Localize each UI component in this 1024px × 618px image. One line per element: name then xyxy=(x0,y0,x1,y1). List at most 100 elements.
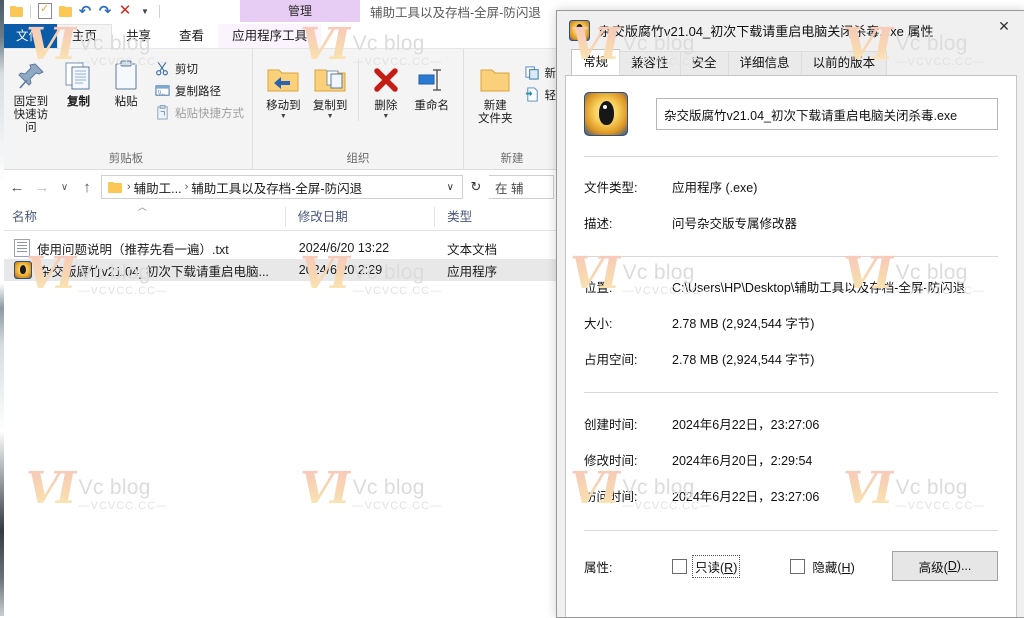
file-list: 使用问题说明（推荐先看一遍）.txt 2024/6/20 13:22 文本文档 … xyxy=(0,237,560,281)
search-input-text: 在 辅 xyxy=(495,181,524,196)
address-dropdown-caret-icon[interactable]: ∨ xyxy=(441,182,460,193)
tab-share[interactable]: 共享 xyxy=(112,24,165,48)
move-to-label: 移动到 xyxy=(266,100,301,112)
ribbon-group-label-organize: 组织 xyxy=(346,153,370,165)
copy-to-dropdown-caret-icon[interactable]: ▼ xyxy=(327,113,334,120)
breadcrumb-item-1[interactable]: 辅助工具以及存档-全屏-防闪退 xyxy=(191,178,362,197)
delete-button[interactable]: 删除 ▼ xyxy=(365,59,406,120)
field-modified: 修改时间: 2024年6月20日，2:29:54 xyxy=(584,450,998,469)
new-item-icon xyxy=(524,66,539,80)
copy-label: 复制 xyxy=(67,96,90,108)
exe-file-icon xyxy=(14,261,32,279)
refresh-button[interactable]: ↻ xyxy=(466,176,486,198)
close-icon[interactable]: ✕ xyxy=(983,11,1024,41)
back-button[interactable]: ← xyxy=(6,176,28,198)
field-location: 位置: C:\Users\HP\Desktop\辅助工具以及存档-全屏-防闪退 xyxy=(584,277,998,296)
move-to-dropdown-caret-icon[interactable]: ▼ xyxy=(280,113,287,120)
table-row[interactable]: 杂交版腐竹v21.04_初次下载请重启电脑... 2024/6/20 2:29 … xyxy=(0,259,560,281)
new-item-label: 新 xyxy=(544,67,557,80)
window-left-edge xyxy=(0,0,4,616)
copy-path-button[interactable]: \\.. 复制路径 xyxy=(155,81,244,100)
divider-1 xyxy=(584,156,998,157)
attributes-row: 属性: 只读(R) 隐藏(H) 高级(D)... xyxy=(584,551,998,581)
field-label: 创建时间: xyxy=(584,418,638,432)
field-label: 访问时间: xyxy=(584,490,638,504)
undo-icon[interactable]: ↶ xyxy=(75,1,95,21)
paste-shortcut-icon xyxy=(157,105,168,120)
tab-details[interactable]: 详细信息 xyxy=(727,51,802,75)
field-value: 2.78 MB (2,924,544 字节) xyxy=(672,317,815,331)
field-value: 2.78 MB (2,924,544 字节) xyxy=(672,353,815,367)
copy-button[interactable]: 复制 xyxy=(56,55,102,109)
tab-view[interactable]: 查看 xyxy=(165,24,218,48)
hidden-checkbox[interactable] xyxy=(790,558,806,574)
field-label: 文件类型: xyxy=(584,181,638,195)
new-folder-icon[interactable] xyxy=(55,1,75,21)
tab-security[interactable]: 安全 xyxy=(679,51,729,75)
search-input[interactable]: 在 辅 xyxy=(489,175,554,199)
customize-caret-icon[interactable]: ▼ xyxy=(135,1,155,21)
tab-general[interactable]: 常规 xyxy=(571,49,621,75)
copy-path-icon: \\.. xyxy=(155,85,170,96)
dialog-app-icon xyxy=(569,19,590,41)
hidden-label[interactable]: 隐藏(H) xyxy=(812,557,854,576)
breadcrumb-item-0[interactable]: 辅助工... xyxy=(134,178,182,197)
rename-button[interactable]: 重命名 xyxy=(408,59,455,113)
redo-icon[interactable]: ↷ xyxy=(95,1,115,21)
delete-icon[interactable]: ✕ xyxy=(115,1,135,21)
file-modified-cell: 2024/6/20 2:29 xyxy=(298,263,383,277)
column-header-type[interactable]: 类型 xyxy=(434,207,560,227)
new-folder-button[interactable]: 新建 文件夹 xyxy=(472,59,519,126)
context-tab-group-label: 管理 xyxy=(287,4,312,18)
readonly-checkbox[interactable] xyxy=(672,558,687,574)
file-name-label: 杂交版腐竹v21.04_初次下载请重启电脑... xyxy=(39,264,269,279)
field-value: 问号杂交版专属修改器 xyxy=(672,217,798,231)
file-modified-cell: 2024/6/20 13:22 xyxy=(298,241,390,255)
field-label: 大小: xyxy=(584,317,613,331)
cut-button[interactable]: 剪切 xyxy=(155,59,244,78)
tab-previous-versions[interactable]: 以前的版本 xyxy=(800,51,888,75)
field-accessed: 访问时间: 2024年6月22日，23:27:06 xyxy=(584,486,998,505)
ribbon-group-label-new: 新建 xyxy=(500,153,524,165)
new-item-button[interactable]: 新 xyxy=(524,63,557,82)
address-field[interactable]: › 辅助工... › 辅助工具以及存档-全屏-防闪退 ∨ xyxy=(101,175,463,199)
copy-to-icon xyxy=(313,63,347,97)
paste-button[interactable]: 粘贴 xyxy=(103,55,149,109)
copy-to-label: 复制到 xyxy=(312,100,348,112)
copy-to-button[interactable]: 复制到 ▼ xyxy=(308,59,353,120)
properties-icon[interactable] xyxy=(35,1,55,21)
column-header-type-label: 类型 xyxy=(447,210,473,224)
move-to-icon xyxy=(266,63,300,97)
readonly-label[interactable]: 只读(R) xyxy=(692,554,741,578)
clipboard-small-commands: 剪切 \\.. 复制路径 粘贴快捷方式 xyxy=(151,55,244,122)
delete-dropdown-caret-icon[interactable]: ▼ xyxy=(382,113,389,120)
column-header-row: 名称 ︿ 修改日期 类型 xyxy=(0,202,560,231)
column-header-name[interactable]: 名称 ︿ xyxy=(0,202,285,227)
filename-input[interactable]: 杂交版腐竹v21.04_初次下载请重启电脑关闭杀毒.exe xyxy=(656,98,998,130)
tab-compatibility[interactable]: 兼容性 xyxy=(619,51,681,75)
pin-to-quick-access-button[interactable]: 固定到 快速访问 xyxy=(8,55,54,135)
easy-access-icon xyxy=(525,87,538,102)
tab-application-tools[interactable]: 应用程序工具 xyxy=(218,24,322,48)
column-header-modified[interactable]: 修改日期 xyxy=(284,207,434,227)
paste-shortcut-button[interactable]: 粘贴快捷方式 xyxy=(155,103,244,122)
move-to-button[interactable]: 移动到 ▼ xyxy=(261,59,306,120)
easy-access-button[interactable]: 轻 xyxy=(525,85,556,104)
up-button[interactable]: ↑ xyxy=(76,176,98,198)
table-row[interactable]: 使用问题说明（推荐先看一遍）.txt 2024/6/20 13:22 文本文档 xyxy=(0,237,560,259)
toolbar-divider xyxy=(30,4,31,18)
tab-file[interactable]: 文件 xyxy=(0,24,58,48)
field-file-type: 文件类型: 应用程序 (.exe) xyxy=(584,177,998,196)
file-name-cell: 使用问题说明（推荐先看一遍）.txt xyxy=(0,239,287,258)
advanced-button[interactable]: 高级(D)... xyxy=(892,551,998,581)
tab-home[interactable]: 主页 xyxy=(57,24,113,48)
folder-icon[interactable] xyxy=(6,1,26,21)
recent-locations-button[interactable]: ∨ xyxy=(56,176,73,198)
attributes-label: 属性: xyxy=(584,560,613,575)
divider-2 xyxy=(584,256,998,257)
ribbon-tab-strip: 文件 主页 共享 查看 应用程序工具 xyxy=(0,22,560,48)
copy-icon xyxy=(64,59,94,93)
file-large-icon xyxy=(584,92,628,136)
field-label: 位置: xyxy=(584,281,613,295)
forward-button[interactable]: → xyxy=(31,176,53,198)
